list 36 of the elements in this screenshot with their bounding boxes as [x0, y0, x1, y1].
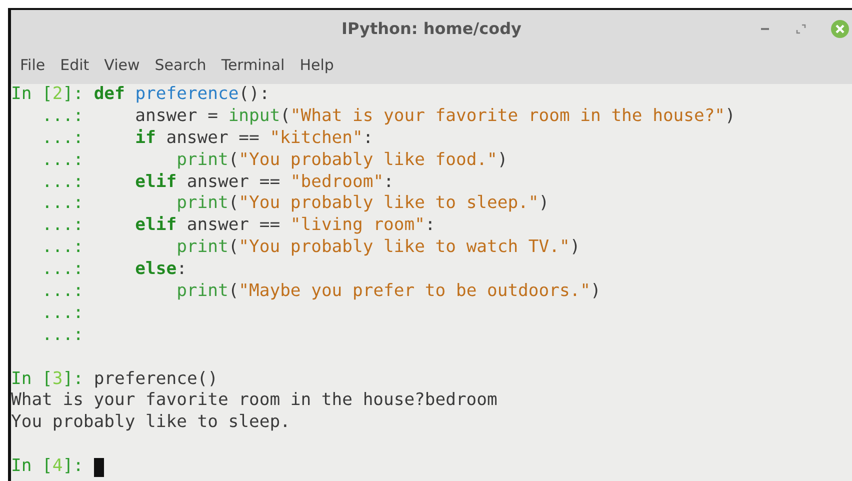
- prompt: In [2]:: [11, 84, 84, 106]
- prompt: ...:: [41, 281, 84, 303]
- code-line: print("Maybe you prefer to be outdoors."): [176, 281, 601, 303]
- prompt: ...:: [41, 172, 84, 194]
- menu-item[interactable]: Search: [154, 56, 206, 74]
- prompt: In [4]:: [11, 456, 84, 478]
- prompt: ...:: [41, 128, 84, 150]
- code-line: elif answer == "bedroom":: [134, 172, 394, 194]
- code-line: if answer == "kitchen":: [134, 128, 374, 150]
- code-line: print("You probably like to watch TV."): [176, 237, 580, 260]
- output-line: What is your favorite room in the house?bedroom: [11, 390, 498, 412]
- output-line: You probably like to sleep.: [11, 412, 290, 434]
- menu-item[interactable]: File: [20, 56, 46, 74]
- prompt: In [3]:: [11, 368, 84, 390]
- code-line: def preference():: [94, 84, 270, 106]
- code-line: preference(): [94, 368, 218, 390]
- menu-item[interactable]: Terminal: [221, 56, 285, 74]
- prompt: ...:: [41, 106, 84, 128]
- code-line: else:: [134, 259, 187, 282]
- close-icon[interactable]: [830, 19, 850, 39]
- code-line: print("You probably like food."): [176, 150, 508, 172]
- window-title: IPython: home/cody: [342, 18, 522, 38]
- prompt: ...:: [41, 150, 84, 172]
- code-line: print("You probably like to sleep."): [176, 193, 550, 216]
- prompt: ...:: [41, 237, 84, 260]
- menu-item[interactable]: Help: [300, 56, 334, 74]
- prompt: ...:: [41, 324, 84, 347]
- prompt: ...:: [41, 193, 84, 216]
- menu-item[interactable]: View: [104, 56, 140, 74]
- prompt: ...:: [41, 302, 84, 325]
- prompt: ...:: [41, 215, 84, 238]
- maximize-icon[interactable]: [794, 22, 808, 36]
- menu-item[interactable]: Edit: [60, 56, 90, 74]
- code-line: elif answer == "living room":: [134, 215, 436, 238]
- code-line: answer = input("What is your favorite room in the house?"): [134, 106, 736, 128]
- prompt: ...:: [41, 259, 84, 282]
